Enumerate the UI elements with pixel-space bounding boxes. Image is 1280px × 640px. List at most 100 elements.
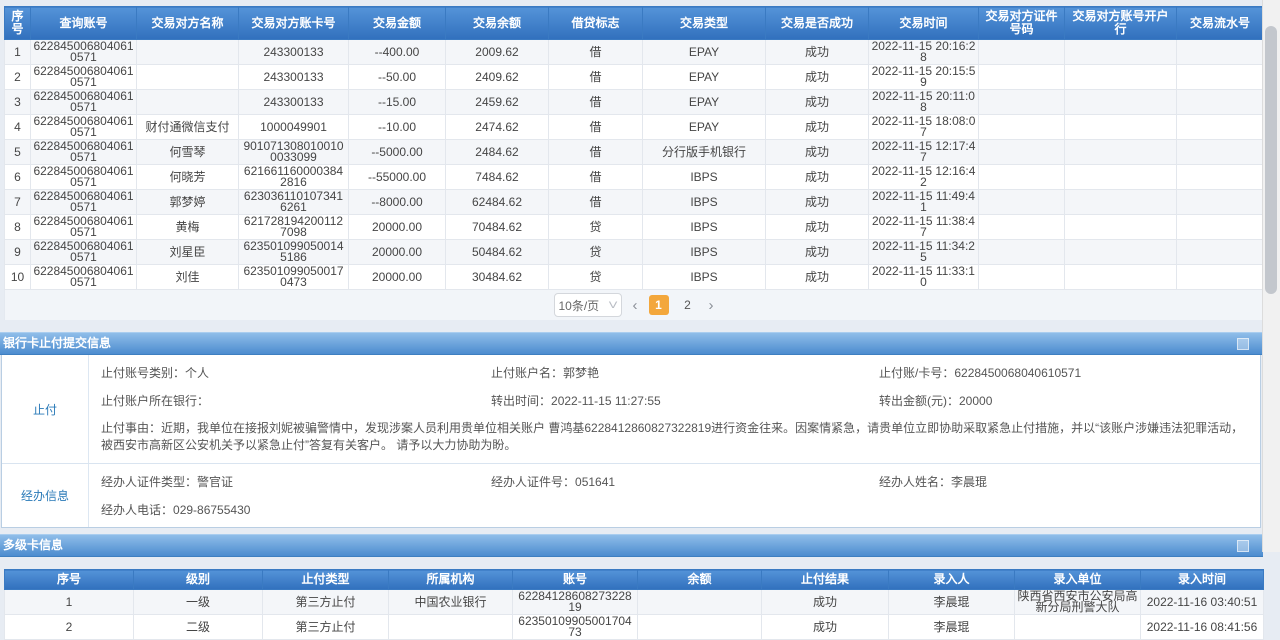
column-header: 交易金额 <box>349 7 446 40</box>
table-cell: IBPS <box>643 165 766 190</box>
table-row: 96228450068040610571刘星臣62350109905001451… <box>5 240 1264 265</box>
pagination: 10条/页 ᐯ ‹ 1 2 › <box>4 290 1265 320</box>
table-cell: 1 <box>5 590 134 615</box>
column-header: 查询账号 <box>31 7 137 40</box>
table-cell: 5 <box>5 140 31 165</box>
table-cell <box>979 240 1065 265</box>
column-header: 录入人 <box>889 570 1015 590</box>
next-page-button[interactable]: › <box>707 298 716 313</box>
table-cell <box>137 65 239 90</box>
table-cell <box>1177 90 1264 115</box>
page-button-1[interactable]: 1 <box>649 295 669 315</box>
table-cell: 2022-11-15 11:34:25 <box>869 240 979 265</box>
column-header: 序号 <box>5 570 134 590</box>
table-cell: 2022-11-16 08:41:56 <box>1141 615 1264 640</box>
table-cell: 2022-11-15 11:49:41 <box>869 190 979 215</box>
table-cell <box>1065 115 1177 140</box>
table-cell <box>638 590 762 615</box>
table-cell: 6228450068040610571 <box>31 115 137 140</box>
table-cell: 2022-11-15 20:16:28 <box>869 40 979 65</box>
table-cell: 243300133 <box>239 65 349 90</box>
table-cell: --400.00 <box>349 40 446 65</box>
column-header: 账号 <box>513 570 638 590</box>
field-transfer-time: 转出时间：2022-11-15 11:27:55 <box>491 392 879 409</box>
table-cell: 成功 <box>762 590 889 615</box>
table-cell: 2022-11-15 11:33:10 <box>869 265 979 290</box>
table-cell: 2022-11-15 11:38:47 <box>869 215 979 240</box>
collapse-icon[interactable] <box>1237 540 1249 552</box>
table-cell: 第三方止付 <box>263 615 389 640</box>
column-header: 交易对方账卡号 <box>239 7 349 40</box>
table-cell <box>1177 40 1264 65</box>
table-cell: IBPS <box>643 240 766 265</box>
table-cell: 1 <box>5 40 31 65</box>
table-cell <box>979 190 1065 215</box>
column-header: 级别 <box>134 570 263 590</box>
column-header: 交易类型 <box>643 7 766 40</box>
table-row: 46228450068040610571财付通微信支付1000049901--1… <box>5 115 1264 140</box>
table-cell: 第三方止付 <box>263 590 389 615</box>
table-cell: 2409.62 <box>446 65 549 90</box>
table-cell <box>1065 190 1177 215</box>
table-cell <box>1177 165 1264 190</box>
table-cell: 20000.00 <box>349 265 446 290</box>
table-cell: 6230361101073416261 <box>239 190 349 215</box>
table-cell: 2 <box>5 615 134 640</box>
table-cell <box>1065 240 1177 265</box>
table-cell: 70484.62 <box>446 215 549 240</box>
table-cell: 成功 <box>766 40 869 65</box>
table-cell <box>979 90 1065 115</box>
table-cell <box>1177 265 1264 290</box>
stop-payment-section-header: 银行卡止付提交信息 <box>0 332 1263 355</box>
table-cell: 9010713080100100033099 <box>239 140 349 165</box>
column-header: 交易对方证件号码 <box>979 7 1065 40</box>
table-cell: 财付通微信支付 <box>137 115 239 140</box>
table-cell: 成功 <box>766 90 869 115</box>
table-cell: 借 <box>549 40 643 65</box>
table-cell <box>1177 190 1264 215</box>
table-cell: 一级 <box>134 590 263 615</box>
table-cell: 借 <box>549 190 643 215</box>
table-cell <box>1015 615 1141 640</box>
table-cell: 成功 <box>766 190 869 215</box>
table-cell <box>638 615 762 640</box>
column-header: 交易对方名称 <box>137 7 239 40</box>
table-cell: 3 <box>5 90 31 115</box>
table-cell <box>1177 65 1264 90</box>
field-phone: 经办人电话：029-86755430 <box>101 501 491 518</box>
table-cell <box>1177 115 1264 140</box>
column-header: 交易流水号 <box>1177 7 1264 40</box>
scrollbar-thumb[interactable] <box>1265 26 1277 294</box>
table-cell: 7484.62 <box>446 165 549 190</box>
page-button-2[interactable]: 2 <box>678 295 698 315</box>
page-size-select[interactable]: 10条/页 ᐯ <box>554 293 622 317</box>
table-cell: 2484.62 <box>446 140 549 165</box>
table-cell: 2022-11-15 20:15:59 <box>869 65 979 90</box>
table-cell: 6217281942001127098 <box>239 215 349 240</box>
table-cell: 6228450068040610571 <box>31 265 137 290</box>
table-cell: --10.00 <box>349 115 446 140</box>
table-cell: 2022-11-15 18:08:07 <box>869 115 979 140</box>
table-cell: 6235010990500145186 <box>239 240 349 265</box>
table-cell: 李晨琨 <box>889 590 1015 615</box>
table-cell: --50.00 <box>349 65 446 90</box>
table-row: 2二级第三方止付6235010990500170473成功李晨琨2022-11-… <box>5 615 1264 640</box>
table-cell: --8000.00 <box>349 190 446 215</box>
field-doc-type: 经办人证件类型：警官证 <box>101 473 491 490</box>
table-cell: IBPS <box>643 190 766 215</box>
table-cell <box>979 265 1065 290</box>
table-cell: 2 <box>5 65 31 90</box>
collapse-icon[interactable] <box>1237 338 1249 350</box>
column-header: 所属机构 <box>389 570 513 590</box>
table-cell: 1000049901 <box>239 115 349 140</box>
table-cell: 6 <box>5 165 31 190</box>
table-row: 56228450068040610571何雪琴90107130801001000… <box>5 140 1264 165</box>
table-cell: 6228450068040610571 <box>31 190 137 215</box>
table-cell: 2022-11-15 20:11:08 <box>869 90 979 115</box>
vertical-scrollbar[interactable] <box>1262 0 1280 552</box>
column-header: 交易余额 <box>446 7 549 40</box>
multi-card-table: 序号级别止付类型所属机构账号余额止付结果录入人录入单位录入时间 1一级第三方止付… <box>4 569 1264 640</box>
table-cell: 6228450068040610571 <box>31 240 137 265</box>
prev-page-button[interactable]: ‹ <box>631 298 640 313</box>
multi-card-section-title: 多级卡信息 <box>3 538 63 552</box>
